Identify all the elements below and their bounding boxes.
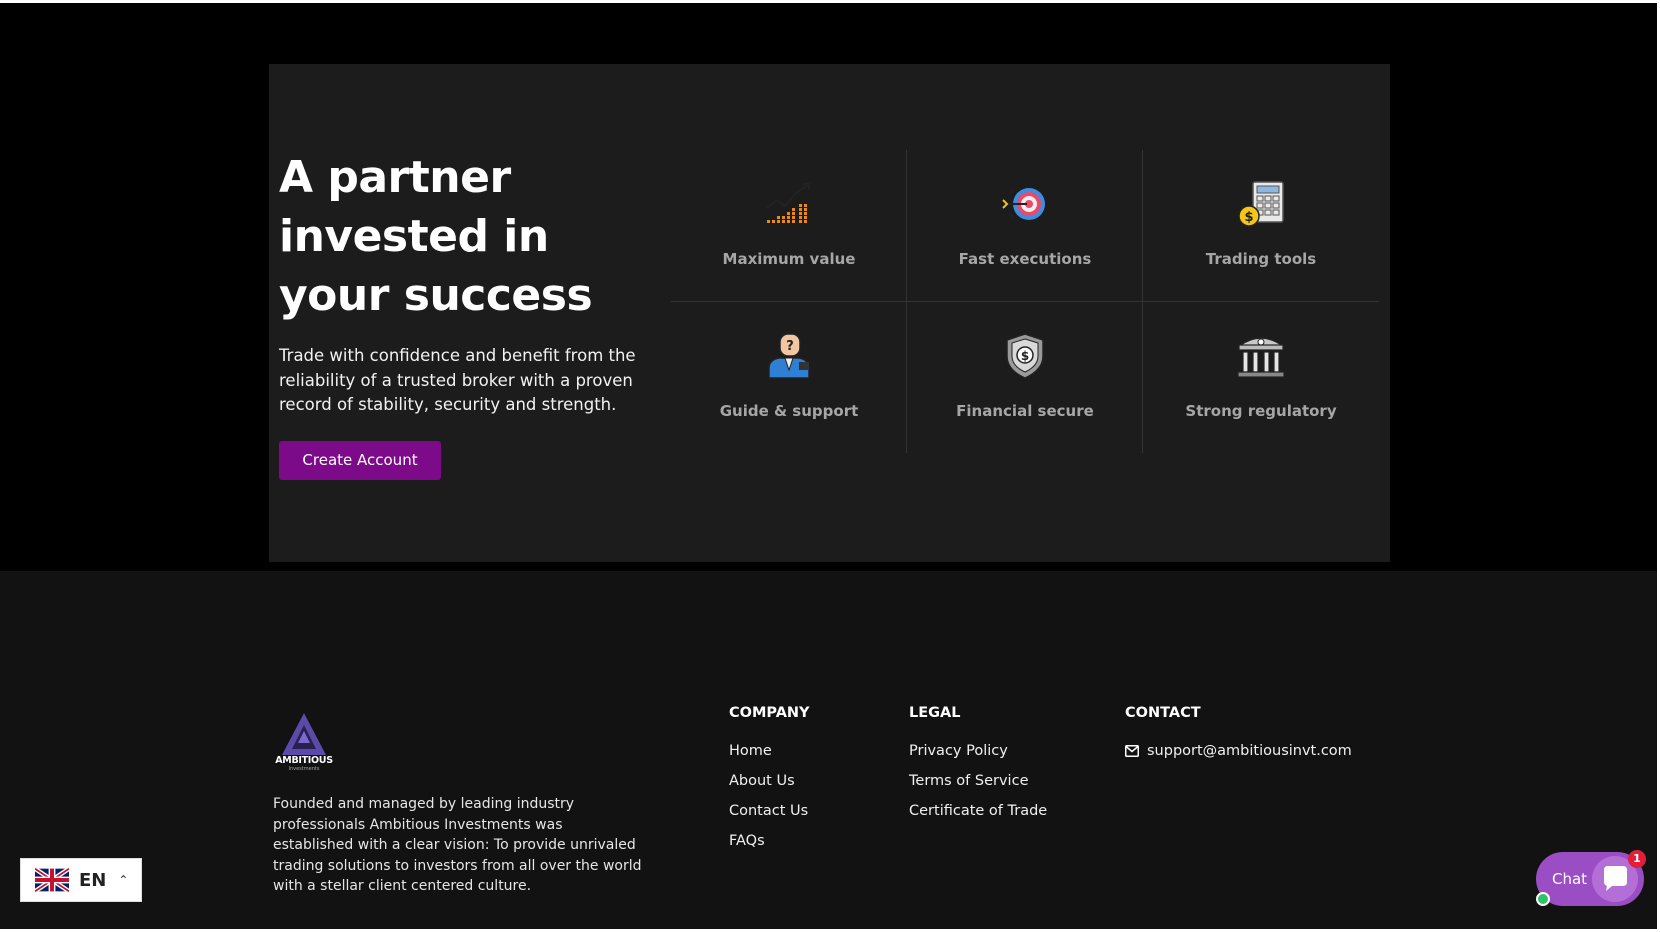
contact-email-row[interactable]: support@ambitiousinvt.com (1125, 743, 1352, 759)
footer-link-terms-of-service[interactable]: Terms of Service (909, 773, 1047, 803)
svg-text:$: $ (1244, 210, 1253, 225)
footer-link-faqs[interactable]: FAQs (729, 833, 810, 863)
company-about: Founded and managed by leading industry … (273, 796, 642, 894)
language-selector[interactable]: EN ⌃ (20, 858, 142, 902)
feature-guide-support: ? Guide & support (671, 302, 907, 453)
hero-description: Trade with confidence and benefit from t… (279, 346, 636, 414)
page: A partner invested in your success Trade… (0, 3, 1657, 929)
footer-link-contact-us[interactable]: Contact Us (729, 803, 810, 833)
footer: AMBITIOUS Investments Founded and manage… (0, 571, 1657, 929)
chat-widget-button[interactable]: Chat 1 (1536, 850, 1646, 906)
svg-text:?: ? (786, 339, 794, 354)
contact-email[interactable]: support@ambitiousinvt.com (1147, 743, 1352, 759)
legal-heading: LEGAL (909, 705, 961, 721)
features-grid: Maximum value Fast executions $ Trading … (671, 150, 1379, 453)
hero-title: A partner invested in your success (279, 152, 593, 321)
feature-fast-executions: Fast executions (907, 150, 1143, 301)
chat-notification-badge: 1 (1628, 850, 1646, 868)
footer-legal-column: LEGAL Privacy Policy Terms of Service Ce… (909, 705, 1047, 833)
feature-label: Strong regulatory (1185, 402, 1337, 420)
create-account-button[interactable]: Create Account (279, 441, 441, 480)
feature-financial-secure: $ Financial secure (907, 302, 1143, 453)
company-heading: COMPANY (729, 705, 810, 721)
hero-section: A partner invested in your success Trade… (0, 3, 1657, 571)
svg-text:Investments: Investments (289, 766, 320, 772)
contact-heading: CONTACT (1125, 705, 1201, 721)
footer-link-privacy-policy[interactable]: Privacy Policy (909, 743, 1047, 773)
ambitious-logo[interactable]: AMBITIOUS Investments (272, 709, 336, 773)
calculator-icon: $ (1238, 181, 1284, 227)
feature-label: Maximum value (722, 250, 856, 268)
footer-link-home[interactable]: Home (729, 743, 810, 773)
feature-label: Guide & support (719, 402, 859, 420)
shield-dollar-icon: $ (1006, 333, 1044, 379)
footer-contact-column: CONTACT support@ambitiousinvt.com (1125, 705, 1352, 759)
feature-strong-regulatory: Strong regulatory (1143, 302, 1379, 453)
language-code: EN (79, 869, 107, 891)
bank-building-icon (1236, 337, 1286, 378)
feature-label: Financial secure (956, 402, 1094, 420)
chevron-up-icon: ⌃ (118, 873, 129, 887)
footer-link-certificate-of-trade[interactable]: Certificate of Trade (909, 803, 1047, 833)
feature-maximum-value: Maximum value (671, 150, 907, 301)
target-icon (1002, 188, 1045, 220)
footer-company-column: COMPANY Home About Us Contact Us FAQs (729, 705, 810, 863)
uk-flag-icon (35, 868, 69, 892)
envelope-icon (1125, 745, 1139, 757)
svg-text:AMBITIOUS: AMBITIOUS (275, 755, 333, 766)
hero-card: A partner invested in your success Trade… (269, 64, 1390, 562)
growth-chart-icon (766, 183, 810, 223)
footer-link-about-us[interactable]: About Us (729, 773, 810, 803)
chat-label: Chat (1552, 870, 1588, 888)
svg-text:$: $ (1021, 349, 1029, 363)
feature-trading-tools: $ Trading tools (1143, 150, 1379, 301)
feature-label: Fast executions (958, 250, 1092, 268)
feature-label: Trading tools (1205, 250, 1317, 268)
online-status-dot (1536, 892, 1550, 906)
support-agent-icon: ? (768, 333, 810, 379)
